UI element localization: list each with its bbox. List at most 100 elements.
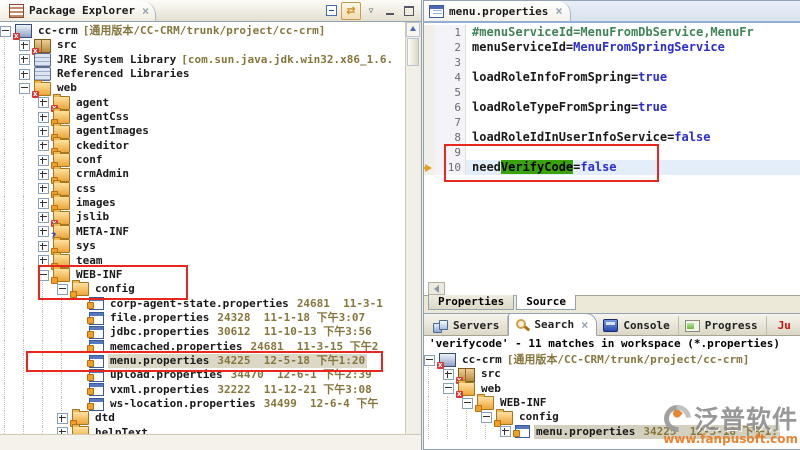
plus-expander-icon[interactable]	[38, 255, 49, 266]
marker-bar	[424, 55, 435, 70]
tree-row-conf[interactable]: conf	[0, 153, 406, 167]
tree-row-text: css	[74, 182, 98, 196]
scroll-up-icon[interactable]	[406, 22, 420, 37]
tree-row-jdbc-properties[interactable]: jdbc.properties30612 11-10-13 下午3:56	[0, 325, 406, 339]
link-with-editor-icon[interactable]	[341, 2, 361, 20]
tree-row-referenced-libraries[interactable]: Referenced Libraries	[0, 67, 406, 81]
tab-search[interactable]: Search×	[508, 313, 597, 336]
minus-expander-icon[interactable]	[481, 412, 492, 423]
close-icon[interactable]: ×	[555, 6, 562, 16]
tree-indent-guide	[19, 210, 38, 224]
minus-expander-icon[interactable]	[424, 355, 435, 366]
plus-expander-icon[interactable]	[38, 241, 49, 252]
editor-line-1[interactable]: 1#menuServiceId=MenuFromDbService,MenuFr	[424, 25, 800, 40]
folder-icon	[53, 268, 70, 282]
minimize-icon[interactable]	[381, 3, 399, 19]
tree-indent-guide	[19, 354, 38, 368]
tree-row-src[interactable]: src	[0, 38, 406, 52]
tab-progress[interactable]: Progress	[679, 316, 767, 335]
tree-row-dtd[interactable]: dtd	[0, 411, 406, 425]
web-folder-icon	[458, 382, 475, 396]
tree-row-config[interactable]: config	[0, 282, 406, 296]
plus-expander-icon[interactable]	[38, 155, 49, 166]
maximize-icon[interactable]	[400, 3, 418, 19]
editor-content[interactable]: 1#menuServiceId=MenuFromDbService,MenuFr…	[424, 23, 800, 296]
plus-expander-icon[interactable]	[38, 226, 49, 237]
plus-expander-icon[interactable]	[19, 69, 30, 80]
tree-row-images[interactable]: images	[0, 196, 406, 210]
tab-label: Ju	[778, 319, 791, 332]
editor-line-6[interactable]: 6loadRoleTypeFromSpring=true	[424, 100, 800, 115]
tree-indent-guide	[19, 239, 38, 253]
tab-servers[interactable]: Servers	[427, 316, 508, 335]
tree-indent-guide	[19, 282, 38, 296]
editor-line-5[interactable]: 5	[424, 85, 800, 100]
tree-indent-guide	[19, 325, 38, 339]
tree-row-agentcss[interactable]: agentCss	[0, 110, 406, 124]
plus-expander-icon[interactable]	[38, 183, 49, 194]
no-expander	[76, 400, 85, 409]
tree-row-ws-location-properties[interactable]: ws-location.properties34499 12-6-4 下午	[0, 397, 406, 411]
tree-row-corp-agent-state-properties[interactable]: corp-agent-state.properties24681 11-3-1	[0, 297, 406, 311]
tree-row-web-inf[interactable]: WEB-INF	[0, 268, 406, 282]
tree-indent-guide	[462, 425, 481, 439]
plus-expander-icon[interactable]	[38, 140, 49, 151]
plus-expander-icon[interactable]	[38, 169, 49, 180]
close-icon[interactable]: ×	[581, 320, 588, 330]
editor-tab-menu-properties[interactable]: menu.properties ×	[424, 1, 571, 21]
page-tab-source[interactable]: Source	[516, 295, 576, 310]
tree-row-upload-properties[interactable]: upload.properties34470 12-6-1 下午2:39	[0, 368, 406, 382]
plus-expander-icon[interactable]	[19, 40, 30, 51]
tree-row-menu-properties[interactable]: menu.properties34225 12-5-18 下午1:20	[0, 354, 406, 368]
editor-line-2[interactable]: 2menuServiceId=MenuFromSpringService	[424, 40, 800, 55]
tab-ju[interactable]: Ju	[767, 316, 799, 335]
minus-expander-icon[interactable]	[19, 83, 30, 94]
minus-expander-icon[interactable]	[0, 26, 11, 37]
plus-expander-icon[interactable]	[19, 54, 30, 65]
page-tab-properties[interactable]: Properties	[428, 295, 514, 310]
tree-row-memcached-properties[interactable]: memcached.properties24681 11-3-15 下午2	[0, 340, 406, 354]
bottom-tab-bar: ServersSearch×ConsoleProgress Ju	[424, 314, 800, 336]
tab-console[interactable]: Console	[597, 316, 678, 335]
package-explorer-tab[interactable]: Package Explorer ×	[0, 1, 156, 21]
vertical-scrollbar[interactable]	[405, 22, 420, 435]
minus-expander-icon[interactable]	[57, 284, 68, 295]
collapse-all-icon[interactable]	[322, 3, 340, 19]
tree-row-file-properties[interactable]: file.properties24328 11-1-18 下午3:07	[0, 311, 406, 325]
code-segment-value: false	[580, 160, 616, 174]
editor-line-3[interactable]: 3	[424, 55, 800, 70]
editor-line-10[interactable]: 10needVerifyCode=false	[424, 160, 800, 175]
plus-expander-icon[interactable]	[57, 413, 68, 424]
tree-row-sys[interactable]: sys	[0, 239, 406, 253]
editor-line-7[interactable]: 7	[424, 115, 800, 130]
view-menu-icon[interactable]	[362, 3, 380, 19]
tree-indent-guide	[19, 254, 38, 268]
horizontal-scrollbar[interactable]	[0, 434, 421, 450]
plus-expander-icon[interactable]	[38, 212, 49, 223]
editor-line-4[interactable]: 4loadRoleInfoFromSpring=true	[424, 70, 800, 85]
tree-row-cc-crm[interactable]: cc-crm[通用版本/CC-CRM/trunk/project/cc-crm]	[0, 24, 406, 38]
code-text: menuServiceId=MenuFromSpringService	[466, 40, 800, 55]
tree-row-cc-crm[interactable]: cc-crm[通用版本/CC-CRM/trunk/project/cc-crm]	[424, 353, 800, 367]
plus-expander-icon[interactable]	[38, 198, 49, 209]
minus-expander-icon[interactable]	[462, 398, 473, 409]
tree-label: vxml.properties	[110, 383, 209, 397]
tree-row-src[interactable]: src	[424, 367, 800, 381]
plus-expander-icon[interactable]	[443, 369, 454, 380]
minus-expander-icon[interactable]	[443, 383, 454, 394]
plus-expander-icon[interactable]	[500, 426, 511, 437]
tree-row-jre-system-library[interactable]: JRE System Library[com.sun.java.jdk.win3…	[0, 53, 406, 67]
tree-row-vxml-properties[interactable]: vxml.properties32222 11-12-21 下午3:08	[0, 383, 406, 397]
tree-label: corp-agent-state.properties	[110, 297, 289, 311]
editor-line-9[interactable]: 9	[424, 145, 800, 160]
scroll-left-icon[interactable]	[428, 282, 445, 295]
plus-expander-icon[interactable]	[38, 112, 49, 123]
editor-line-8[interactable]: 8loadRoleIdInUserInfoService=false	[424, 130, 800, 145]
plus-expander-icon[interactable]	[38, 126, 49, 137]
code-text: #menuServiceId=MenuFromDbService,MenuFr	[466, 25, 800, 40]
close-icon[interactable]: ×	[142, 6, 149, 16]
tree-row-text: META-INF	[74, 225, 131, 239]
minus-expander-icon[interactable]	[38, 270, 49, 281]
scrollbar-thumb[interactable]	[407, 38, 419, 66]
plus-expander-icon[interactable]	[38, 97, 49, 108]
